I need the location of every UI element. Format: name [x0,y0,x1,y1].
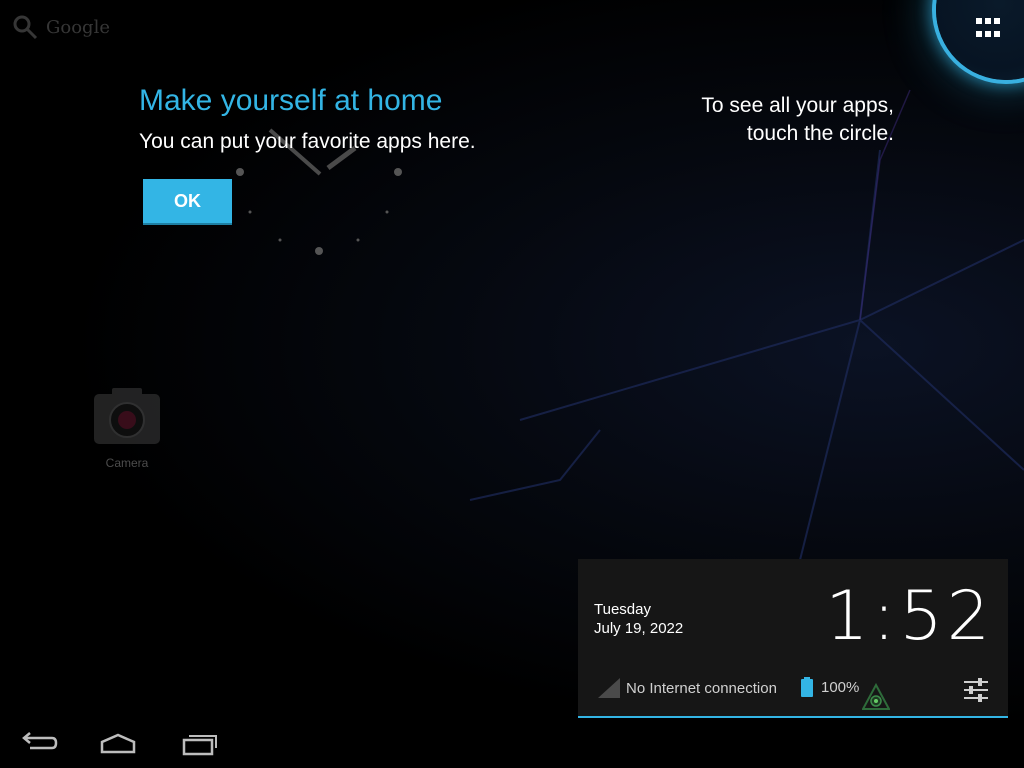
camera-label: Camera [105,456,149,470]
network-status-text: No Internet connection [626,679,777,697]
camera-icon [94,388,160,444]
battery-icon [801,677,813,697]
google-search-label: Google [46,16,110,38]
camera-shortcut[interactable]: Camera [90,384,164,474]
date-full: July 19, 2022 [594,620,684,637]
settings-sliders-icon[interactable] [962,677,990,703]
app-notification-icon[interactable] [862,683,890,711]
all-apps-hint: To see all your apps, touch the circle. [701,94,894,145]
cling-title: Make yourself at home [139,84,443,117]
back-icon[interactable] [20,730,60,758]
battery-status: 100% [801,677,859,697]
clock-time: 1:52 [825,577,994,656]
notification-panel[interactable]: Tuesday July 19, 2022 1:52 No Internet c… [578,559,1008,718]
search-icon [13,15,38,40]
home-icon[interactable] [98,730,138,758]
home-screen: Google Make yourself at home You can put… [0,0,1024,768]
grid-icon[interactable] [974,16,1006,42]
cling-body: You can put your favorite apps here. [139,130,476,153]
recent-apps-icon[interactable] [180,730,220,758]
ok-button[interactable]: OK [143,179,232,223]
navigation-bar [0,720,1024,768]
signal-icon [598,678,620,698]
google-search-bar[interactable]: Google [12,12,110,42]
network-status: No Internet connection [598,677,777,699]
battery-level: 100% [821,678,860,696]
date-day: Tuesday [594,601,651,618]
